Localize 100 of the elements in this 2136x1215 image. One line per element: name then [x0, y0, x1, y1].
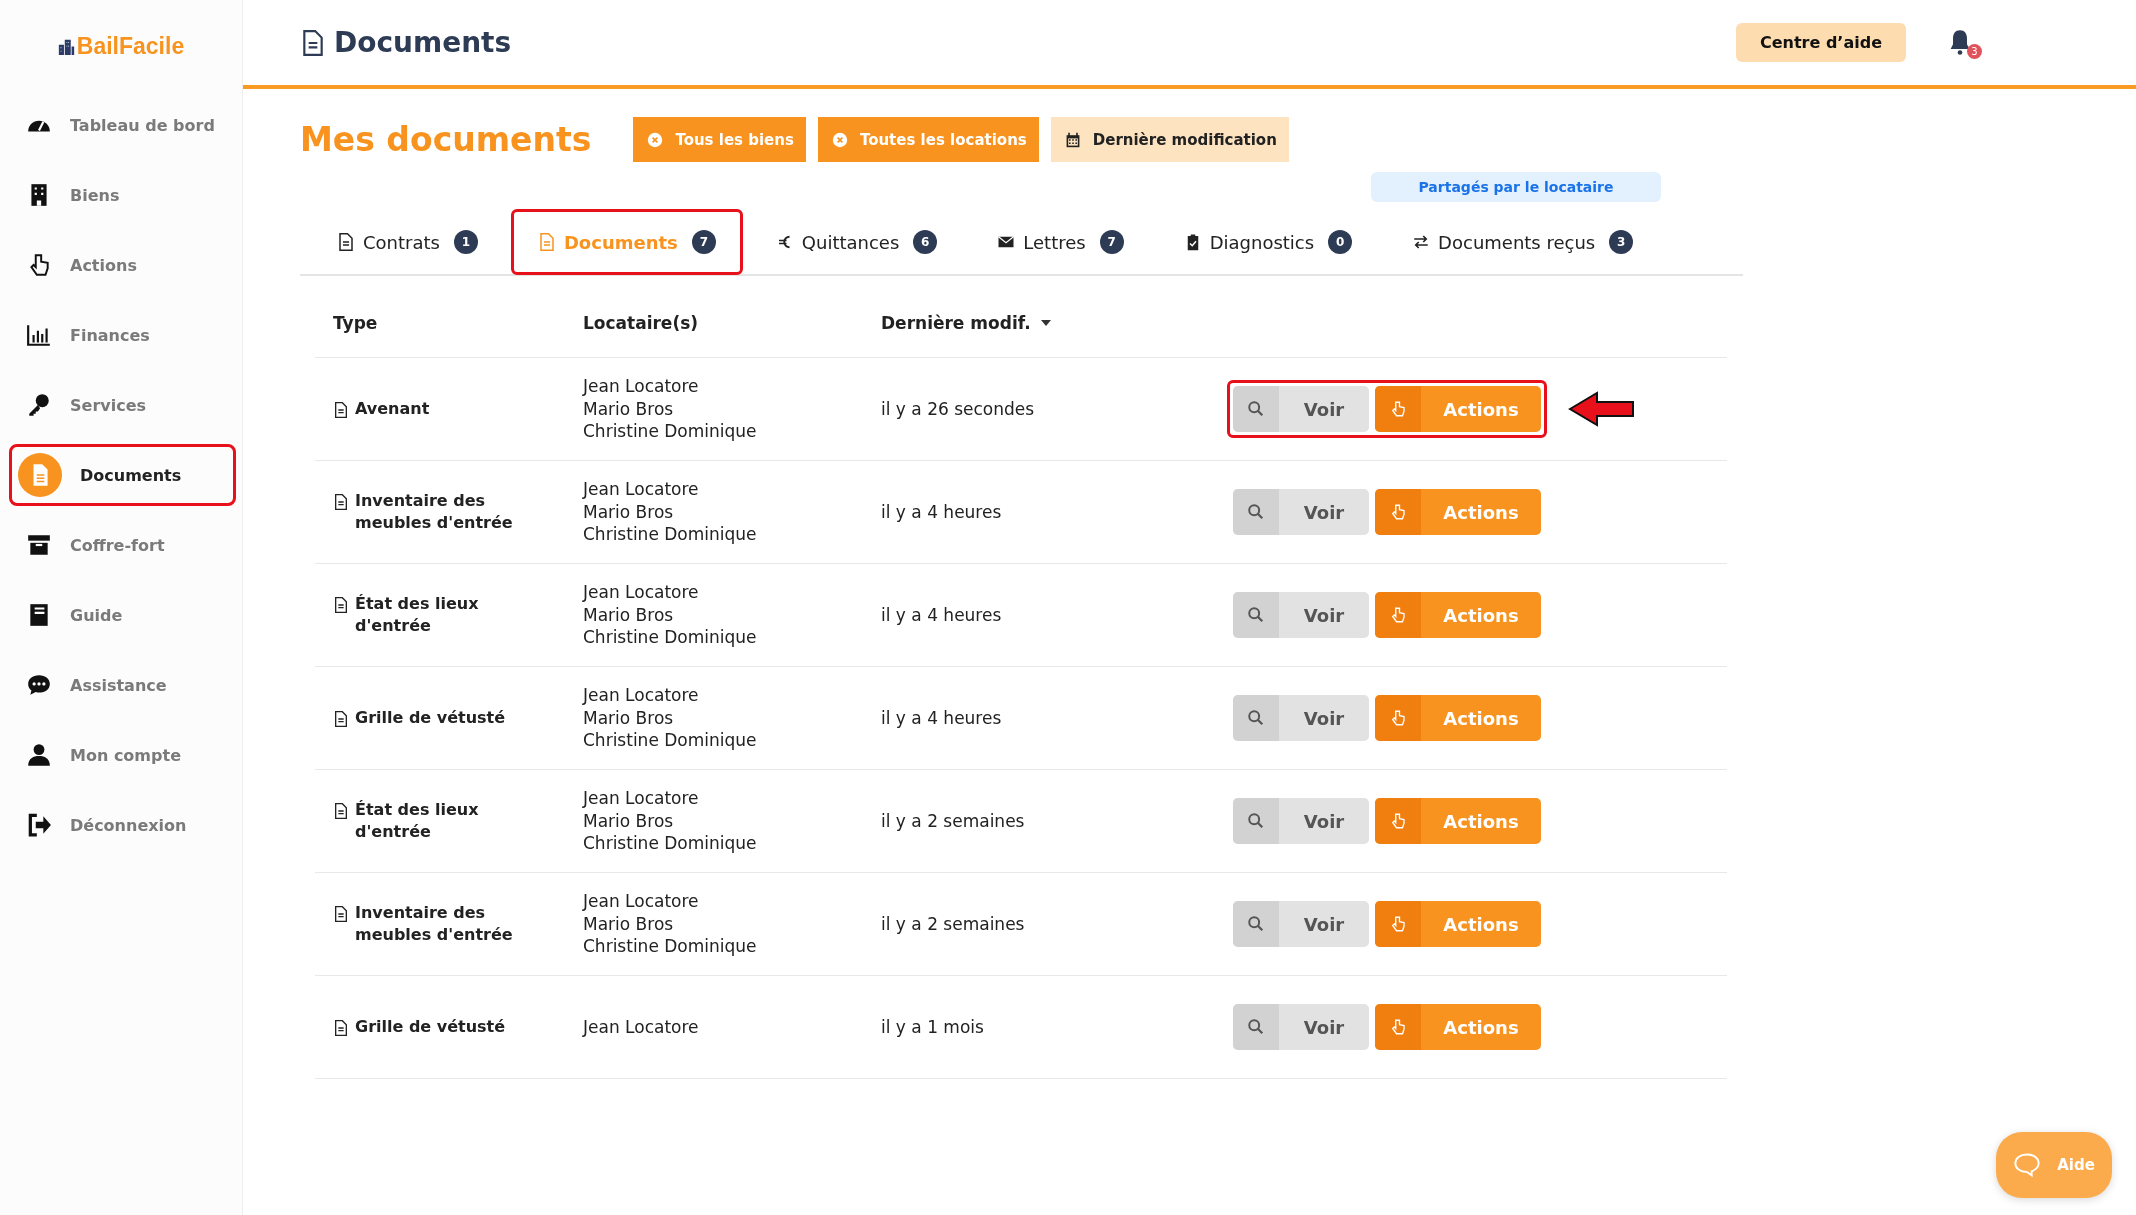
tab[interactable]: Diagnostics 0: [1156, 209, 1380, 275]
notification-badge: 3: [1967, 43, 1982, 59]
pointing-hand-icon: [1389, 709, 1407, 727]
document-icon: [337, 233, 355, 251]
document-icon: [333, 492, 349, 511]
tab[interactable]: Lettres 7: [970, 209, 1151, 275]
tenant-name: Christine Dominique: [583, 935, 758, 958]
pointing-hand-icon: [1389, 812, 1407, 830]
tenant-name: Mario Bros: [583, 809, 675, 833]
count-badge: 3: [1609, 230, 1634, 254]
logout-icon: [26, 812, 52, 838]
count-badge: 7: [1099, 230, 1124, 254]
tenant-name: Mario Bros: [583, 706, 675, 730]
remove-icon: [647, 131, 664, 148]
document-icon: [333, 1018, 349, 1037]
column-header[interactable]: Dernière modif.: [881, 312, 1233, 333]
search-icon: [1247, 812, 1265, 830]
view-button[interactable]: Voir: [1233, 695, 1369, 741]
tenant-name: Jean Locatore: [583, 890, 700, 913]
tenant-name: Jean Locatore: [583, 581, 700, 604]
view-button[interactable]: Voir: [1233, 592, 1369, 638]
document-type: État des lieux d'entrée: [355, 592, 480, 637]
chat-bubble-icon: [2013, 1151, 2042, 1179]
view-button[interactable]: Voir: [1233, 798, 1369, 844]
search-icon: [1247, 709, 1265, 727]
tenant-name: Christine Dominique: [583, 832, 758, 855]
pointing-hand-icon: [1389, 606, 1407, 624]
remove-icon: [831, 131, 848, 148]
view-button[interactable]: Voir: [1233, 1004, 1369, 1050]
actions-button[interactable]: Actions: [1375, 386, 1541, 432]
sort-button[interactable]: Dernière modification: [1050, 117, 1289, 162]
modified-time: il y a 2 semaines: [881, 913, 1025, 934]
tab-label: Lettres: [1023, 231, 1086, 253]
tab-label: Diagnostics: [1209, 231, 1315, 253]
sidebar-item[interactable]: Documents: [9, 444, 236, 506]
sidebar-item[interactable]: Actions: [9, 234, 236, 296]
actions-button[interactable]: Actions: [1375, 592, 1541, 638]
document-icon: [333, 801, 349, 820]
bar-chart-icon: [26, 322, 52, 348]
help-center-button[interactable]: Centre d’aide: [1735, 23, 1906, 62]
tab-label: Documents reçus: [1438, 231, 1596, 253]
sidebar-item[interactable]: Déconnexion: [9, 794, 236, 856]
document-icon: [333, 709, 349, 728]
sidebar-item[interactable]: Mon compte: [9, 724, 236, 786]
sidebar-item[interactable]: Finances: [9, 304, 236, 366]
modified-time: il y a 1 mois: [881, 1016, 984, 1037]
tenant-name: Mario Bros: [583, 603, 675, 627]
buildings-logo-icon: [57, 37, 75, 55]
count-badge: 7: [691, 230, 716, 254]
page-title: Mes documents: [300, 120, 592, 159]
document-icon: [333, 904, 349, 923]
tab[interactable]: Contrats 1: [310, 209, 505, 275]
shared-by-tenant-button[interactable]: Partagés par le locataire: [1371, 172, 1661, 202]
filter-chip[interactable]: Tous les biens: [633, 117, 806, 162]
document-icon: [300, 28, 326, 57]
actions-button[interactable]: Actions: [1375, 1004, 1541, 1050]
search-icon: [1247, 606, 1265, 624]
pointing-hand-icon: [1389, 503, 1407, 521]
sidebar-item[interactable]: Guide: [9, 584, 236, 646]
modified-time: il y a 26 secondes: [881, 398, 1035, 419]
tenant-name: Mario Bros: [583, 397, 675, 421]
tab[interactable]: Quittances 6: [748, 209, 965, 275]
view-button[interactable]: Voir: [1233, 489, 1369, 535]
tenant-name: Christine Dominique: [583, 729, 758, 752]
page-header-title: Documents: [334, 26, 512, 59]
column-header: Type: [333, 312, 379, 333]
speech-bubble-icon: [26, 672, 52, 698]
tenant-name: Christine Dominique: [583, 523, 758, 546]
tab-label: Contrats: [363, 231, 440, 253]
calendar-icon: [1064, 131, 1081, 148]
view-button[interactable]: Voir: [1233, 901, 1369, 947]
pointing-hand-icon: [1389, 915, 1407, 933]
logo-text: BailFacile: [76, 32, 185, 60]
column-header: Locataire(s): [583, 312, 700, 333]
tab-label: Documents: [563, 231, 678, 253]
sidebar-item[interactable]: Assistance: [9, 654, 236, 716]
actions-button[interactable]: Actions: [1375, 695, 1541, 741]
tab[interactable]: Documents reçus 3: [1385, 209, 1661, 275]
sort-caret-icon: [1040, 319, 1051, 326]
tenant-name: Jean Locatore: [583, 478, 700, 501]
count-badge: 0: [1328, 230, 1353, 254]
actions-button[interactable]: Actions: [1375, 901, 1541, 947]
modified-time: il y a 4 heures: [881, 707, 1002, 728]
document-type: État des lieux d'entrée: [355, 798, 480, 843]
sidebar-item[interactable]: Biens: [9, 164, 236, 226]
sidebar-item[interactable]: Tableau de bord: [9, 94, 236, 156]
actions-button[interactable]: Actions: [1375, 798, 1541, 844]
tenant-name: Christine Dominique: [583, 626, 758, 649]
pointing-hand-icon: [1389, 1018, 1407, 1036]
tenant-name: Jean Locatore: [583, 787, 700, 810]
filter-chip[interactable]: Toutes les locations: [817, 117, 1039, 162]
actions-button[interactable]: Actions: [1375, 489, 1541, 535]
search-icon: [1247, 1018, 1265, 1036]
pointing-hand-icon: [1389, 400, 1407, 418]
tenant-name: Mario Bros: [583, 500, 675, 524]
sidebar-item[interactable]: Coffre-fort: [9, 514, 236, 576]
tab[interactable]: Documents 7: [510, 209, 743, 275]
view-button[interactable]: Voir: [1233, 386, 1369, 432]
sidebar-item[interactable]: Services: [9, 374, 236, 436]
document-type: Grille de vétusté: [355, 706, 507, 729]
